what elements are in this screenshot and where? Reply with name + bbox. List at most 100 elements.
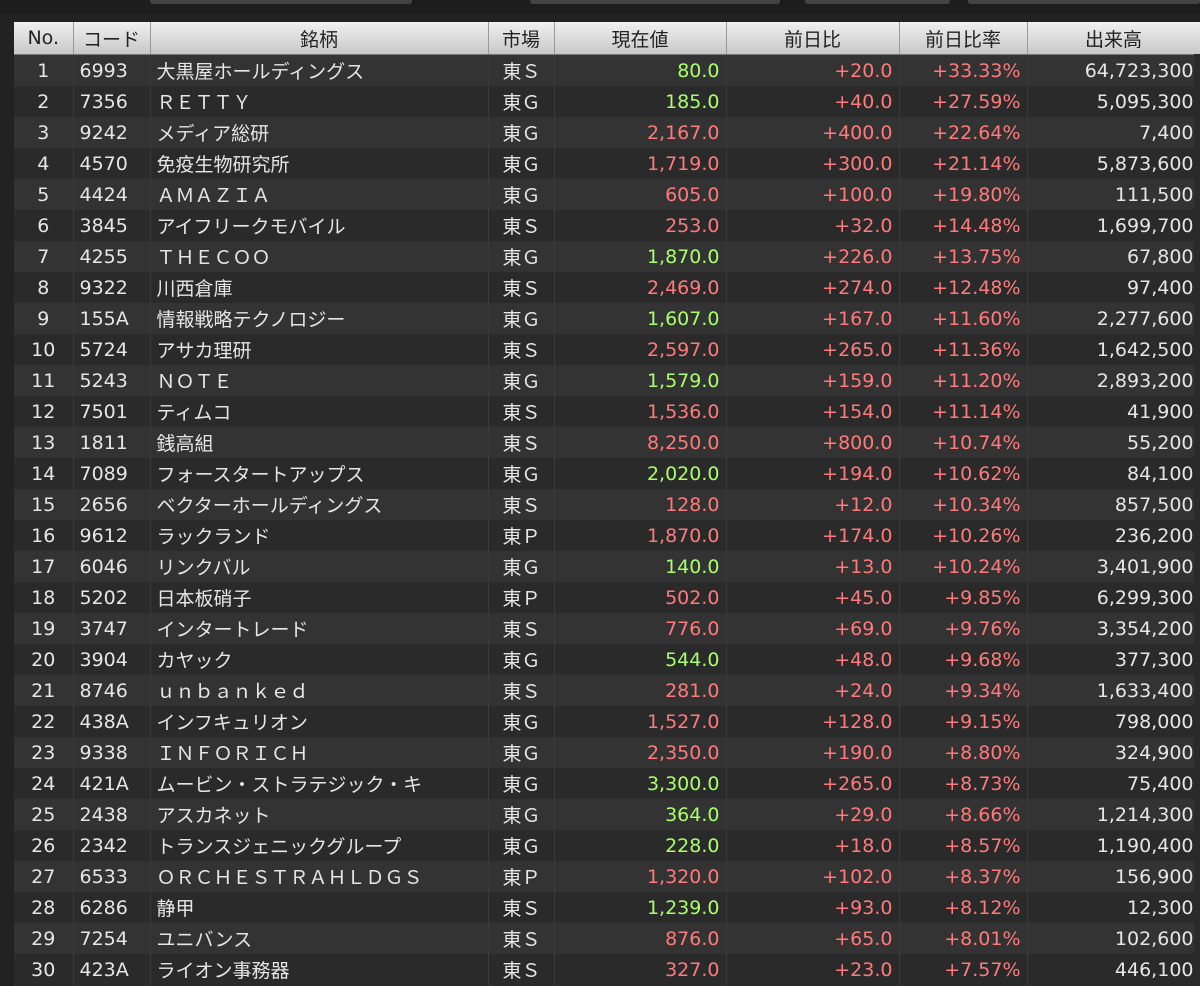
- stock-name: ＴＨＥＣＯＯ: [150, 241, 489, 272]
- trading-volume: 41,900: [1027, 396, 1200, 427]
- table-row[interactable]: 16 9612 ラックランド 東Ｐ 1,870.0 +174.0 +10.26% 236,20…: [14, 520, 1200, 551]
- stock-name: インフキュリオン: [150, 706, 489, 737]
- trading-volume: 377,300: [1027, 644, 1200, 675]
- stock-code: 5202: [73, 582, 151, 613]
- col-header-code[interactable]: コード: [73, 22, 151, 55]
- toolbar-tab[interactable]: [805, 0, 950, 4]
- current-price: 281.0: [554, 675, 727, 706]
- col-header-price[interactable]: 現在値: [554, 22, 727, 55]
- market-label: 東Ｓ: [488, 489, 555, 520]
- table-row[interactable]: 12 7501 ティムコ 東Ｓ 1,536.0 +154.0 +11.14% 41,900: [14, 396, 1200, 427]
- top-toolbar: [0, 0, 1200, 14]
- stock-code: 9612: [73, 520, 151, 551]
- trading-volume: 6,299,300: [1027, 582, 1200, 613]
- stock-code: 7254: [73, 923, 151, 954]
- col-header-market[interactable]: 市場: [488, 22, 555, 55]
- row-number: 4: [14, 148, 74, 179]
- table-row[interactable]: 14 7089 フォースタートアップス 東Ｇ 2,020.0 +194.0 +10.62% 8…: [14, 458, 1200, 489]
- table-row[interactable]: 24 421A ムービン・ストラテジック・キ 東Ｇ 3,300.0 +265.0 +8.73…: [14, 768, 1200, 799]
- stock-name: トランスジェニックグループ: [150, 830, 489, 861]
- col-header-volume[interactable]: 出来高: [1027, 22, 1200, 55]
- row-number: 29: [14, 923, 74, 954]
- trading-volume: 1,190,400: [1027, 830, 1200, 861]
- header-row: No. コード 銘柄 市場 現在値 前日比 前日比率 出来高: [14, 22, 1200, 55]
- col-header-no[interactable]: No.: [14, 22, 74, 55]
- stock-name: ラックランド: [150, 520, 489, 551]
- table-row[interactable]: 28 6286 静甲 東Ｓ 1,239.0 +93.0 +8.12% 12,300: [14, 892, 1200, 923]
- current-price: 1,239.0: [554, 892, 727, 923]
- stock-name: ｕｎｂａｎｋｅｄ: [150, 675, 489, 706]
- col-header-name[interactable]: 銘柄: [150, 22, 489, 55]
- table-row[interactable]: 15 2656 ベクターホールディングス 東Ｓ 128.0 +12.0 +10.34% 857…: [14, 489, 1200, 520]
- table-row[interactable]: 29 7254 ユニバンス 東Ｓ 876.0 +65.0 +8.01% 102,600: [14, 923, 1200, 954]
- table-row[interactable]: 6 3845 アイフリークモバイル 東Ｓ 253.0 +32.0 +14.48% 1,699,…: [14, 210, 1200, 241]
- current-price: 228.0: [554, 830, 727, 861]
- col-header-change[interactable]: 前日比: [726, 22, 900, 55]
- table-row[interactable]: 13 1811 銭高組 東Ｓ 8,250.0 +800.0 +10.74% 55,200: [14, 427, 1200, 458]
- table-row[interactable]: 25 2438 アスカネット 東Ｇ 364.0 +29.0 +8.66% 1,214,300: [14, 799, 1200, 830]
- change-rate: +8.37%: [899, 861, 1028, 892]
- table-row[interactable]: 9 155A 情報戦略テクノロジー 東Ｇ 1,607.0 +167.0 +11.60% 2,2…: [14, 303, 1200, 334]
- price-change: +13.0: [726, 551, 900, 582]
- row-number: 2: [14, 86, 74, 117]
- table-row[interactable]: 26 2342 トランスジェニックグループ 東Ｇ 228.0 +18.0 +8.57% 1,1…: [14, 830, 1200, 861]
- table-row[interactable]: 27 6533 ＯＲＣＨＥＳＴＲＡＨＬＤＧＳ 東Ｐ 1,320.0 +102.0 +8.37…: [14, 861, 1200, 892]
- table-row[interactable]: 30 423A ライオン事務器 東Ｓ 327.0 +23.0 +7.57% 446,100: [14, 954, 1200, 985]
- row-number: 23: [14, 737, 74, 768]
- stock-code: 2438: [73, 799, 151, 830]
- table-row[interactable]: 10 5724 アサカ理研 東Ｓ 2,597.0 +265.0 +11.36% 1,642,5…: [14, 334, 1200, 365]
- stock-name: ＲＥＴＴＹ: [150, 86, 489, 117]
- change-rate: +19.80%: [899, 179, 1028, 210]
- table-row[interactable]: 2 7356 ＲＥＴＴＹ 東Ｇ 185.0 +40.0 +27.59% 5,095,300: [14, 86, 1200, 117]
- row-number: 20: [14, 644, 74, 675]
- market-label: 東Ｇ: [488, 799, 555, 830]
- stock-name: カヤック: [150, 644, 489, 675]
- toolbar-tab[interactable]: [968, 0, 1200, 4]
- table-row[interactable]: 11 5243 ＮＯＴＥ 東Ｇ 1,579.0 +159.0 +11.20% 2,893,20…: [14, 365, 1200, 396]
- current-price: 876.0: [554, 923, 727, 954]
- table-row[interactable]: 8 9322 川西倉庫 東Ｓ 2,469.0 +274.0 +12.48% 97,400: [14, 272, 1200, 303]
- table-body: 1 6993 大黒屋ホールディングス 東Ｓ 80.0 +20.0 +33.33% 64,723…: [14, 54, 1200, 985]
- trading-volume: 102,600: [1027, 923, 1200, 954]
- market-label: 東Ｇ: [488, 458, 555, 489]
- table-row[interactable]: 18 5202 日本板硝子 東Ｐ 502.0 +45.0 +9.85% 6,299,300: [14, 582, 1200, 613]
- current-price: 8,250.0: [554, 427, 727, 458]
- row-number: 6: [14, 210, 74, 241]
- change-rate: +9.85%: [899, 582, 1028, 613]
- table-row[interactable]: 22 438A インフキュリオン 東Ｇ 1,527.0 +128.0 +9.15% 798,0…: [14, 706, 1200, 737]
- stock-name: 川西倉庫: [150, 272, 489, 303]
- market-label: 東Ｐ: [488, 861, 555, 892]
- stock-name: アサカ理研: [150, 334, 489, 365]
- table-row[interactable]: 19 3747 インタートレード 東Ｓ 776.0 +69.0 +9.76% 3,354,20…: [14, 613, 1200, 644]
- toolbar-tab[interactable]: [530, 0, 780, 4]
- table-row[interactable]: 1 6993 大黒屋ホールディングス 東Ｓ 80.0 +20.0 +33.33% 64,723…: [14, 54, 1200, 86]
- current-price: 1,536.0: [554, 396, 727, 427]
- stock-name: 日本板硝子: [150, 582, 489, 613]
- table-row[interactable]: 5 4424 ＡＭＡＺＩＡ 東Ｇ 605.0 +100.0 +19.80% 111,500: [14, 179, 1200, 210]
- change-rate: +10.62%: [899, 458, 1028, 489]
- stock-name: アスカネット: [150, 799, 489, 830]
- trading-volume: 2,277,600: [1027, 303, 1200, 334]
- trading-volume: 1,699,700: [1027, 210, 1200, 241]
- trading-volume: 5,095,300: [1027, 86, 1200, 117]
- vertical-scrollbar[interactable]: [1194, 54, 1200, 984]
- stock-code: 2342: [73, 830, 151, 861]
- row-number: 1: [14, 54, 74, 86]
- col-header-change-rate[interactable]: 前日比率: [899, 22, 1028, 55]
- table-row[interactable]: 23 9338 ＩＮＦＯＲＩＣＨ 東Ｇ 2,350.0 +190.0 +8.80% 324,9…: [14, 737, 1200, 768]
- table-row[interactable]: 7 4255 ＴＨＥＣＯＯ 東Ｇ 1,870.0 +226.0 +13.75% 67,800: [14, 241, 1200, 272]
- current-price: 544.0: [554, 644, 727, 675]
- toolbar-tab[interactable]: [150, 0, 412, 4]
- trading-volume: 798,000: [1027, 706, 1200, 737]
- stock-code: 155A: [73, 303, 151, 334]
- table-row[interactable]: 20 3904 カヤック 東Ｇ 544.0 +48.0 +9.68% 377,300: [14, 644, 1200, 675]
- row-number: 17: [14, 551, 74, 582]
- table-row[interactable]: 4 4570 免疫生物研究所 東Ｇ 1,719.0 +300.0 +21.14% 5,873,…: [14, 148, 1200, 179]
- table-row[interactable]: 3 9242 メディア総研 東Ｇ 2,167.0 +400.0 +22.64% 7,400: [14, 117, 1200, 148]
- trading-volume: 324,900: [1027, 737, 1200, 768]
- table-row[interactable]: 21 8746 ｕｎｂａｎｋｅｄ 東Ｓ 281.0 +24.0 +9.34% 1,633,40…: [14, 675, 1200, 706]
- row-number: 10: [14, 334, 74, 365]
- table-row[interactable]: 17 6046 リンクバル 東Ｇ 140.0 +13.0 +10.24% 3,401,900: [14, 551, 1200, 582]
- stock-name: 静甲: [150, 892, 489, 923]
- stock-code: 3747: [73, 613, 151, 644]
